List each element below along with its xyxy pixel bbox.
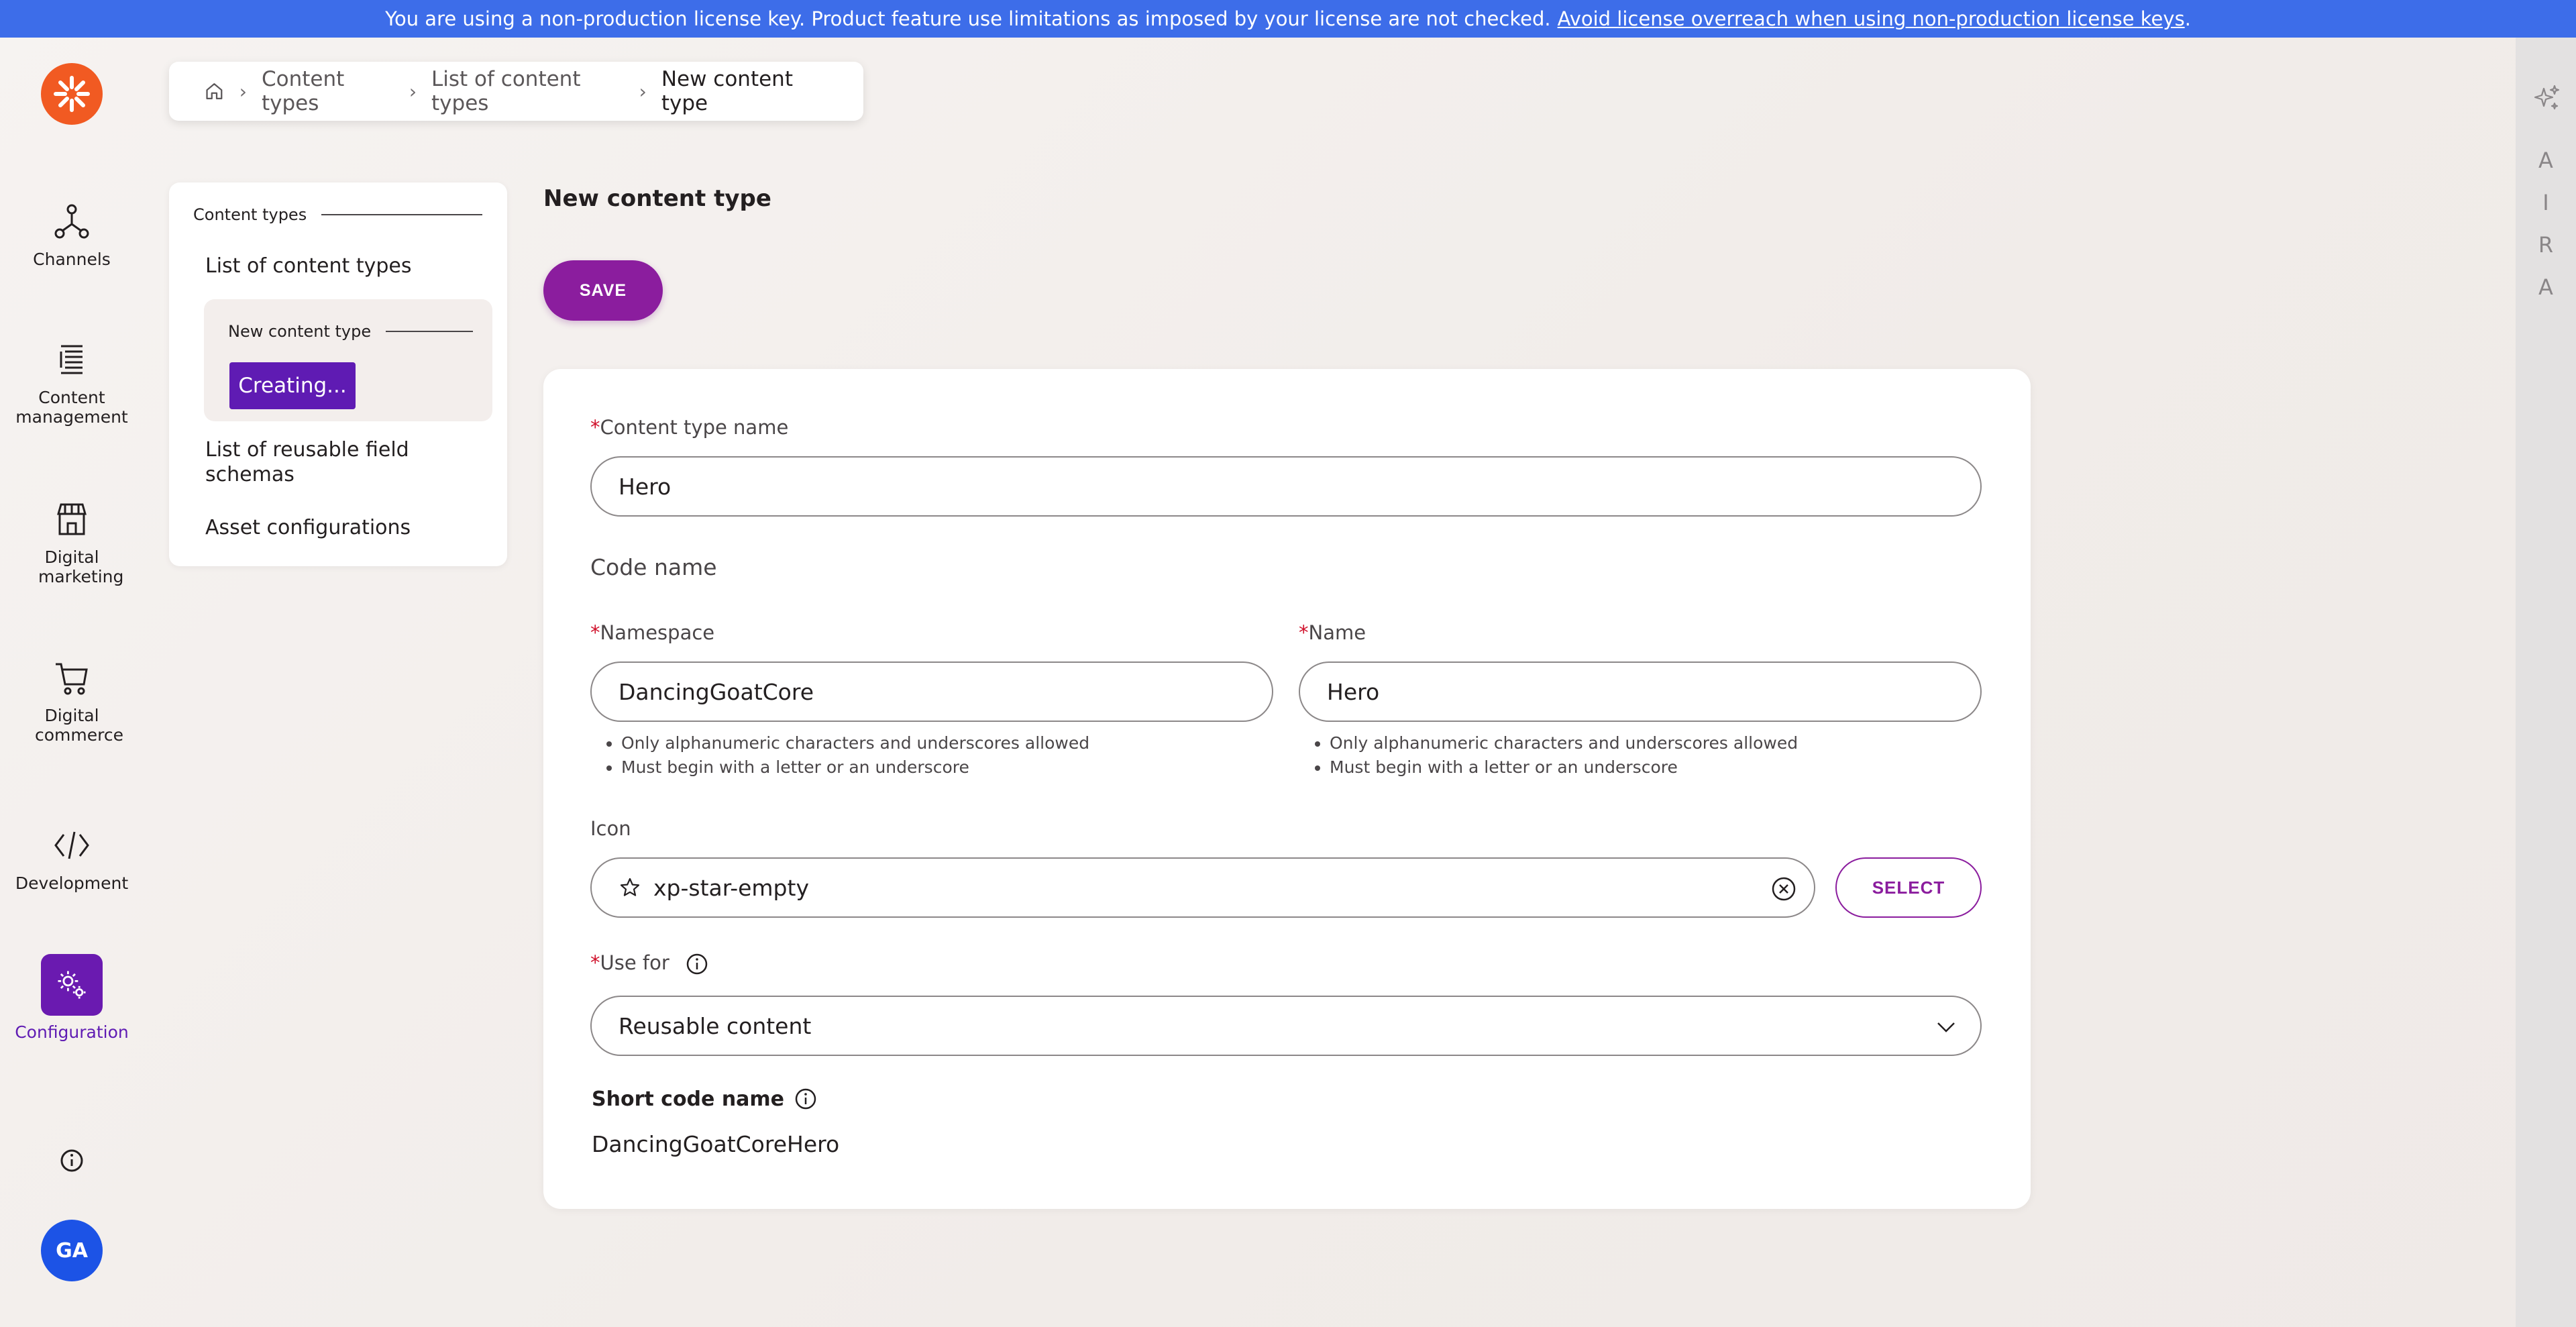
sparkles-icon[interactable] (2530, 82, 2563, 114)
name-hint-1: Only alphanumeric characters and undersc… (1330, 731, 1798, 755)
menu-item-creating[interactable]: Creating... (229, 362, 356, 409)
content-types-menu: Content types List of content types New … (169, 182, 507, 566)
subsection-divider (386, 331, 474, 332)
kentico-logo[interactable] (41, 63, 103, 125)
nav-label-development: Development (15, 873, 129, 893)
short-code-name-label: Short code name (592, 1087, 818, 1111)
subsection-header: New content type (228, 322, 474, 341)
aira-letter: A (2538, 274, 2553, 300)
menu-item-reusable-field-schemas[interactable]: List of reusable field schemas (205, 437, 427, 487)
banner-link[interactable]: Avoid license overreach when using non-p… (1558, 7, 2185, 30)
name-hint-2: Must begin with a letter or an underscor… (1330, 755, 1798, 780)
namespace-label: *Namespace (590, 621, 715, 644)
short-code-info-icon[interactable] (794, 1087, 818, 1111)
breadcrumb-separator-icon: › (409, 80, 417, 103)
menu-item-asset-configurations[interactable]: Asset configurations (205, 515, 411, 540)
name-hints: Only alphanumeric characters and undersc… (1309, 731, 1798, 780)
required-mark: * (590, 416, 600, 439)
aira-label: A I R A (2516, 140, 2576, 309)
page-title: New content type (543, 185, 771, 212)
nav-item-development[interactable]: Development (0, 825, 144, 893)
required-mark: * (590, 951, 600, 974)
menu-item-list-of-content-types[interactable]: List of content types (205, 254, 411, 278)
nav-label-configuration: Configuration (15, 1022, 129, 1042)
namespace-hint-2: Must begin with a letter or an underscor… (621, 755, 1089, 780)
name-value: Hero (1327, 678, 1380, 705)
namespace-value: DancingGoatCore (619, 678, 814, 705)
content-type-name-label: *Content type name (590, 416, 789, 439)
nav-item-digital-commerce[interactable]: Digital commerce (0, 657, 144, 745)
user-avatar[interactable]: GA (41, 1220, 103, 1281)
aira-letter: R (2538, 232, 2554, 258)
aira-panel[interactable]: A I R A (2516, 38, 2576, 1327)
nav-label-digital-commerce: Digital commerce (35, 706, 123, 745)
nav-label-digital-marketing: Digital marketing (38, 547, 124, 586)
nav-item-digital-marketing[interactable]: Digital marketing (0, 499, 144, 586)
home-icon[interactable] (204, 80, 225, 103)
breadcrumb-separator-icon: › (639, 80, 647, 103)
content-management-icon (60, 345, 83, 374)
logo-asterisk-icon (54, 76, 90, 112)
clear-icon[interactable] (1770, 875, 1798, 903)
channels-icon (54, 204, 89, 239)
short-code-name-value: DancingGoatCoreHero (592, 1131, 840, 1157)
name-input[interactable]: Hero (1299, 661, 1982, 722)
save-button[interactable]: SAVE (543, 260, 663, 321)
content-type-form: *Content type name Hero Code name *Names… (543, 369, 2031, 1209)
subsection-label: New content type (228, 322, 372, 341)
use-for-label: *Use for (590, 951, 709, 976)
required-mark: * (1299, 621, 1309, 644)
gears-icon (58, 971, 86, 999)
icon-label: Icon (590, 817, 631, 840)
code-name-section-title: Code name (590, 554, 717, 580)
nav-label-content-management: Content management (15, 388, 128, 427)
aira-letter: I (2542, 190, 2549, 215)
nav-label-channels: Channels (33, 250, 111, 269)
nav-item-content-management[interactable]: Content management (0, 339, 144, 427)
content-type-name-value: Hero (619, 473, 672, 500)
namespace-hints: Only alphanumeric characters and undersc… (601, 731, 1089, 780)
license-banner: You are using a non-production license k… (0, 0, 2576, 38)
storefront-icon (57, 503, 87, 535)
icon-value: xp-star-empty (653, 874, 809, 901)
menu-group-header: Content types (193, 205, 483, 224)
breadcrumb-content-types[interactable]: Content types (262, 67, 394, 115)
code-icon (54, 831, 89, 859)
required-mark: * (590, 621, 600, 644)
nav-item-channels[interactable]: Channels (0, 201, 144, 269)
icon-input[interactable]: xp-star-empty (590, 857, 1815, 918)
breadcrumb-separator-icon: › (239, 80, 247, 103)
content-type-name-input[interactable]: Hero (590, 456, 1982, 517)
menu-group-divider (321, 214, 483, 215)
star-empty-icon (620, 878, 640, 896)
breadcrumb: › Content types › List of content types … (169, 62, 863, 121)
breadcrumb-list-of-content-types[interactable]: List of content types (431, 67, 625, 115)
namespace-hint-1: Only alphanumeric characters and undersc… (621, 731, 1089, 755)
main-navigation: Channels Content management Digital mark… (0, 38, 144, 1327)
use-for-info-icon[interactable] (685, 952, 709, 976)
name-label: *Name (1299, 621, 1366, 644)
breadcrumb-current: New content type (661, 67, 793, 115)
nav-item-configuration[interactable]: Configuration (0, 954, 144, 1042)
chevron-down-icon (1937, 1022, 1955, 1032)
configuration-icon-box (41, 954, 103, 1016)
menu-group-label: Content types (193, 205, 307, 224)
banner-message: You are using a non-production license k… (385, 7, 1551, 30)
use-for-select[interactable]: Reusable content (590, 996, 1982, 1056)
info-icon[interactable] (58, 1147, 85, 1174)
menu-subsection-new-content-type: New content type Creating... (204, 299, 492, 421)
select-icon-button[interactable]: SELECT (1835, 857, 1982, 918)
namespace-input[interactable]: DancingGoatCore (590, 661, 1273, 722)
shopping-cart-icon (56, 663, 88, 695)
use-for-value: Reusable content (619, 1012, 812, 1039)
banner-suffix: . (2184, 7, 2191, 30)
aira-letter: A (2538, 148, 2553, 173)
